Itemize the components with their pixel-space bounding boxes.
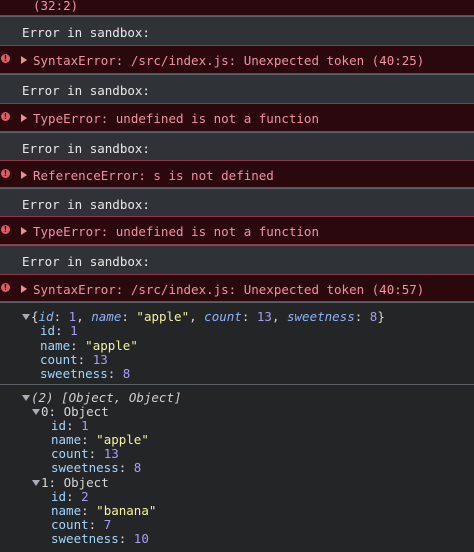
object-property: count: 13: [40, 352, 108, 367]
message-label-text: Error in sandbox:: [22, 197, 150, 212]
object-property: name: "apple": [51, 432, 149, 447]
error-text: SyntaxError: /src/index.js: Unexpected t…: [33, 53, 425, 68]
collapse-arrow-icon[interactable]: [32, 480, 40, 486]
expand-arrow-icon[interactable]: [21, 171, 27, 179]
object-property: id: 2: [51, 489, 89, 504]
object-property: name: "apple": [40, 338, 138, 353]
console-message-label: Error in sandbox:: [0, 16, 474, 45]
array-log-entry[interactable]: (2) [Object, Object] 0: Object id: 1 nam…: [0, 384, 474, 552]
error-row[interactable]: ! TypeError: undefined is not a function: [0, 216, 474, 245]
collapse-arrow-icon[interactable]: [22, 395, 30, 401]
error-row[interactable]: ! TypeError: undefined is not a function: [0, 103, 474, 132]
object-property: sweetness: 10: [51, 531, 149, 546]
partial-error-text: (32:2): [33, 0, 79, 13]
console-panel: (32:2) Error in sandbox: ! SyntaxError: …: [0, 0, 474, 552]
object-property: sweetness: 8: [51, 460, 142, 475]
object-property: id: 1: [51, 418, 89, 433]
message-label-text: Error in sandbox:: [22, 83, 150, 98]
error-text: TypeError: undefined is not a function: [33, 111, 319, 126]
expand-arrow-icon[interactable]: [21, 56, 27, 64]
message-label-text: Error in sandbox:: [22, 254, 150, 269]
array-item-header[interactable]: 1: Object: [41, 475, 109, 490]
expand-arrow-icon[interactable]: [21, 114, 27, 122]
error-row[interactable]: ! ReferenceError: s is not defined: [0, 160, 474, 188]
object-property: name: "banana": [51, 503, 157, 518]
error-row[interactable]: ! SyntaxError: /src/index.js: Unexpected…: [0, 45, 474, 74]
collapse-arrow-icon[interactable]: [32, 409, 40, 415]
collapse-arrow-icon[interactable]: [22, 314, 30, 320]
error-icon: !: [1, 283, 10, 292]
message-label-text: Error in sandbox:: [22, 141, 150, 156]
error-text: SyntaxError: /src/index.js: Unexpected t…: [33, 282, 425, 297]
expand-arrow-icon[interactable]: [21, 227, 27, 235]
array-item-header[interactable]: 0: Object: [41, 404, 109, 419]
object-property: id: 1: [40, 323, 78, 338]
object-log-entry[interactable]: {id: 1, name: "apple", count: 13, sweetn…: [0, 302, 474, 384]
expand-arrow-icon[interactable]: [21, 285, 27, 293]
console-message-label: Error in sandbox:: [0, 132, 474, 160]
console-message-label: Error in sandbox:: [0, 245, 474, 274]
console-message-label: Error in sandbox:: [0, 188, 474, 216]
object-summary[interactable]: {id: 1, name: "apple", count: 13, sweetn…: [31, 309, 385, 324]
error-row[interactable]: ! SyntaxError: /src/index.js: Unexpected…: [0, 274, 474, 302]
error-icon: !: [1, 54, 10, 63]
error-icon: !: [1, 112, 10, 121]
object-property: count: 13: [51, 446, 119, 461]
error-text: TypeError: undefined is not a function: [33, 224, 319, 239]
error-icon: !: [1, 225, 10, 234]
object-property: sweetness: 8: [40, 366, 131, 381]
console-message-label: Error in sandbox:: [0, 74, 474, 103]
error-icon: !: [1, 169, 10, 178]
object-property: count: 7: [51, 517, 112, 532]
message-label-text: Error in sandbox:: [22, 25, 150, 40]
array-summary[interactable]: (2) [Object, Object]: [31, 390, 182, 405]
partial-error-row: (32:2): [0, 0, 474, 16]
error-text: ReferenceError: s is not defined: [33, 168, 274, 183]
